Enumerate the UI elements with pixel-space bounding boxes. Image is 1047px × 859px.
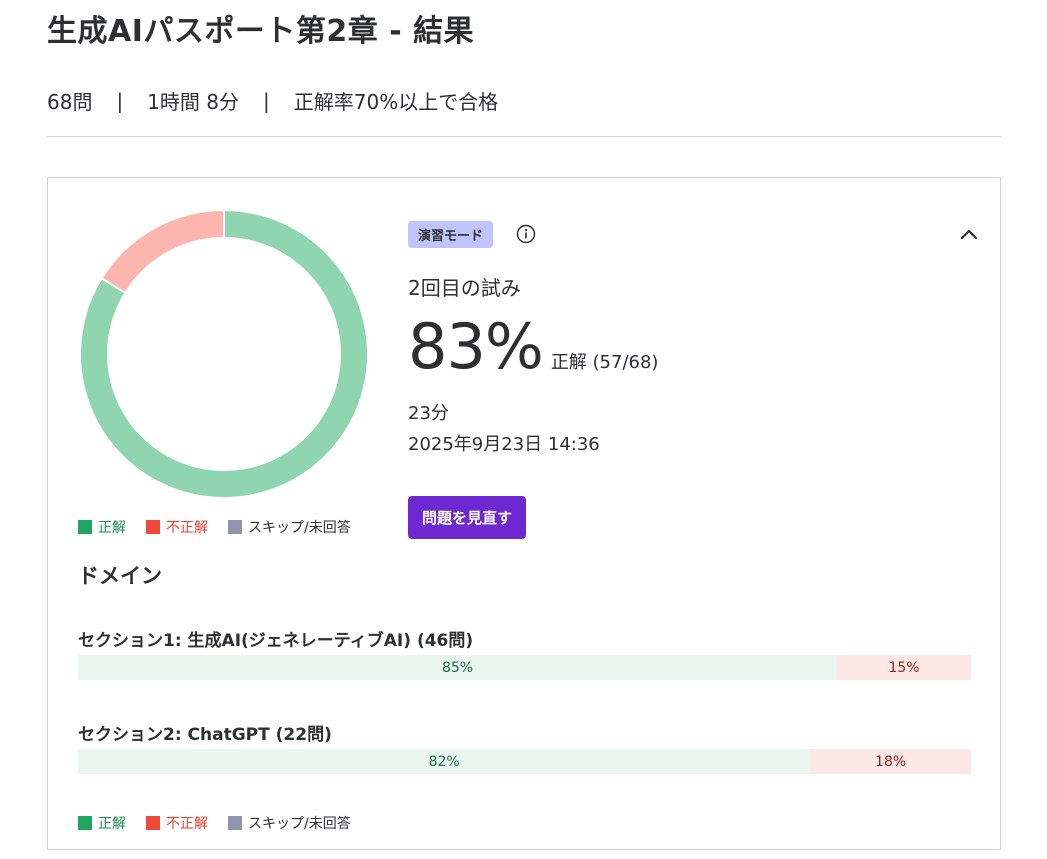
info-icon[interactable]	[516, 224, 536, 244]
chart-legend: 正解 不正解 スキップ/未回答	[78, 517, 371, 537]
header-divider	[47, 136, 1001, 137]
legend-label-skipped: スキップ/未回答	[248, 816, 351, 832]
section-title: セクション2: ChatGPT (22問)	[78, 725, 332, 745]
bar-incorrect-segment: 15%	[837, 655, 971, 680]
time-limit: 1時間 8分	[147, 90, 240, 114]
score-row: 83% 正解 (57/68)	[408, 316, 658, 378]
attempt-number: 2回目の試み	[408, 276, 521, 300]
meta-separator: |	[116, 88, 124, 113]
bar-incorrect-segment: 18%	[810, 749, 971, 774]
chevron-up-icon[interactable]	[958, 223, 980, 245]
legend-swatch-correct	[78, 520, 92, 534]
legend-swatch-incorrect	[146, 816, 160, 830]
legend-item-incorrect: 不正解	[146, 517, 208, 537]
domain-heading: ドメイン	[78, 564, 162, 588]
elapsed-time: 23分	[408, 403, 449, 424]
legend-label-incorrect: 不正解	[166, 816, 208, 832]
mode-badge: 演習モード	[408, 221, 494, 248]
domain-legend: 正解 不正解 スキップ/未回答	[78, 813, 371, 833]
legend-swatch-incorrect	[146, 520, 160, 534]
legend-label-incorrect: 不正解	[166, 520, 208, 536]
page-title: 生成AIパスポート第2章 - 結果	[47, 14, 475, 49]
donut-segment-incorrect	[100, 208, 225, 295]
legend-label-correct: 正解	[98, 816, 126, 832]
legend-label-correct: 正解	[98, 520, 126, 536]
section-score-bar: 82% 18%	[78, 749, 971, 774]
meta-separator: |	[263, 88, 270, 113]
legend-item-correct: 正解	[78, 517, 126, 537]
bar-correct-segment: 82%	[78, 749, 811, 774]
score-donut-chart	[79, 208, 369, 499]
score-detail: 正解 (57/68)	[550, 352, 659, 373]
legend-item-skipped: スキップ/未回答	[228, 517, 351, 537]
legend-swatch-skipped	[228, 520, 242, 534]
legend-label-skipped: スキップ/未回答	[248, 520, 351, 536]
section-score-bar: 85% 15%	[78, 655, 971, 680]
section-title: セクション1: 生成AI(ジェネレーティブAI) (46問)	[78, 631, 474, 651]
result-card: 正解 不正解 スキップ/未回答 演習モード 2回目の試み 83% 正解 (57/…	[47, 177, 1001, 850]
legend-item-correct: 正解	[78, 813, 126, 833]
review-questions-button[interactable]: 問題を見直す	[408, 496, 527, 539]
pass-rule: 正解率70%以上で合格	[293, 90, 499, 114]
legend-swatch-correct	[78, 816, 92, 830]
legend-item-skipped: スキップ/未回答	[228, 813, 351, 833]
legend-swatch-skipped	[228, 816, 242, 830]
score-percent: 83%	[408, 310, 544, 383]
question-count: 68問	[47, 90, 93, 114]
exam-meta: 68問 | 1時間 8分 | 正解率70%以上で合格	[47, 86, 498, 115]
attempt-datetime: 2025年9月23日 14:36	[408, 434, 600, 455]
bar-correct-segment: 85%	[78, 655, 838, 680]
legend-item-incorrect: 不正解	[146, 813, 208, 833]
